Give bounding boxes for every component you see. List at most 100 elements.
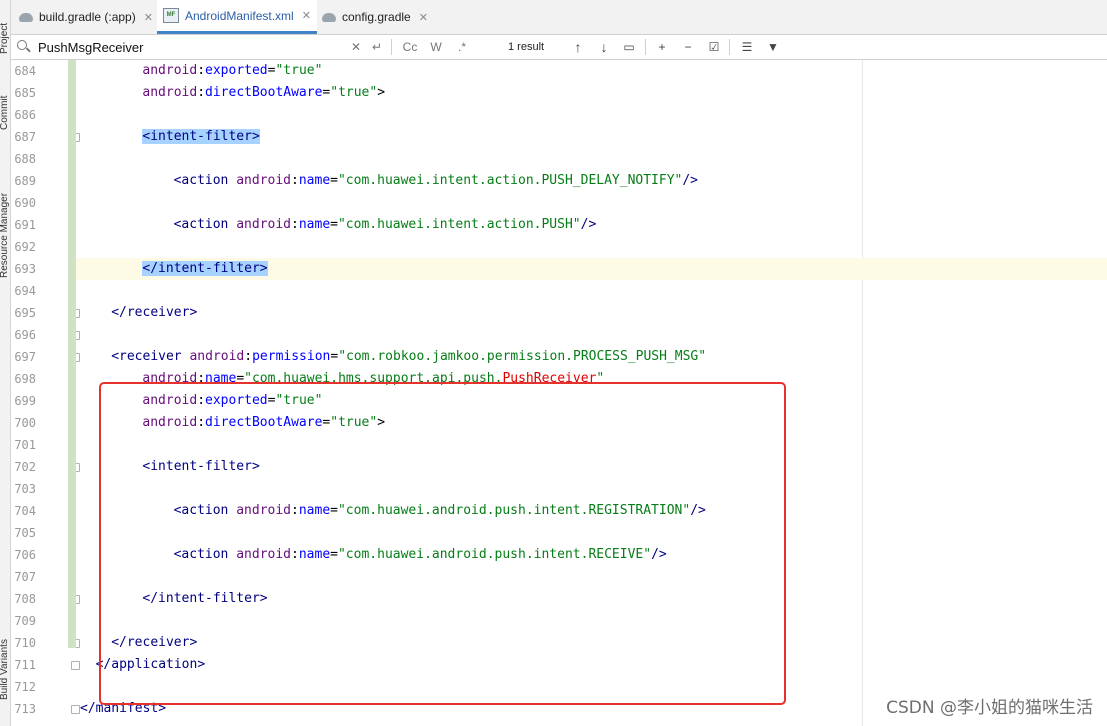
line-number: 699 bbox=[14, 394, 36, 408]
code-line[interactable]: </receiver> bbox=[76, 302, 1107, 324]
filter-icon[interactable]: ▼ bbox=[765, 38, 781, 56]
namespace-token: android bbox=[142, 63, 198, 78]
punctuation-token: > bbox=[377, 85, 386, 100]
code-line[interactable] bbox=[76, 324, 1107, 346]
code-line[interactable]: android:directBootAware="true"> bbox=[76, 82, 1107, 104]
close-icon[interactable]: ✕ bbox=[302, 9, 311, 22]
namespace-token: android bbox=[236, 173, 292, 188]
vcs-change-marker[interactable] bbox=[68, 60, 76, 648]
line-number: 702 bbox=[14, 460, 36, 474]
commit-tool-label[interactable]: Commit bbox=[0, 84, 11, 130]
resource-manager-tool-label[interactable]: Resource Manager bbox=[0, 168, 11, 278]
line-number: 684 bbox=[14, 64, 36, 78]
punctuation-token: = bbox=[330, 217, 338, 232]
attribute-token: name bbox=[298, 217, 331, 232]
line-number: 685 bbox=[14, 86, 36, 100]
line-number: 697 bbox=[14, 350, 36, 364]
line-number: 703 bbox=[14, 482, 36, 496]
line-number: 700 bbox=[14, 416, 36, 430]
code-editor[interactable]: 684 685 686 687 688 689 690 691 692 693 694 695 696 6… bbox=[11, 60, 1107, 726]
tab-label: build.gradle (:app) bbox=[39, 10, 136, 24]
close-icon[interactable]: ✕ bbox=[419, 11, 428, 24]
attribute-token: exported bbox=[205, 63, 268, 78]
find-bar: ✕ ↵ Cc W .* 1 result ↑ ↓ ▭ + − ☑ ☰ ▼ bbox=[11, 35, 1107, 60]
line-number: 686 bbox=[14, 108, 36, 122]
line-number: 690 bbox=[14, 196, 36, 210]
editor-tab-bar: build.gradle (:app) ✕ MF AndroidManifest… bbox=[11, 0, 1107, 35]
xml-tag-token: /> bbox=[682, 173, 699, 188]
separator bbox=[391, 39, 392, 55]
xml-tag-token: <intent-filter> bbox=[142, 129, 260, 144]
previous-occurrence-icon[interactable]: ↑ bbox=[571, 38, 585, 56]
xml-tag-token: </receiver> bbox=[111, 305, 198, 320]
code-line[interactable] bbox=[76, 236, 1107, 258]
namespace-token: android bbox=[236, 217, 292, 232]
string-token: "true" bbox=[275, 63, 323, 78]
clear-search-icon[interactable]: ✕ bbox=[349, 38, 363, 56]
code-line[interactable] bbox=[76, 192, 1107, 214]
xml-tag-token: </intent-filter> bbox=[142, 261, 268, 276]
code-line[interactable]: <receiver android:permission="com.robkoo… bbox=[76, 346, 1107, 368]
code-line[interactable]: <action android:name="com.huawei.intent.… bbox=[76, 214, 1107, 236]
annotation-box bbox=[99, 382, 786, 705]
line-number: 706 bbox=[14, 548, 36, 562]
code-line[interactable] bbox=[76, 104, 1107, 126]
string-token: "com.robkoo.jamkoo.permission.PROCESS_PU… bbox=[338, 349, 707, 364]
xml-tag-token: <action bbox=[173, 173, 237, 188]
line-number: 687 bbox=[14, 130, 36, 144]
punctuation-token: : bbox=[197, 85, 206, 100]
new-line-icon[interactable]: ↵ bbox=[370, 38, 384, 56]
line-number: 712 bbox=[14, 680, 36, 694]
line-number: 704 bbox=[14, 504, 36, 518]
line-number: 692 bbox=[14, 240, 36, 254]
code-line[interactable] bbox=[76, 280, 1107, 302]
line-number: 710 bbox=[14, 636, 36, 650]
show-in-find-window-icon[interactable]: ▭ bbox=[622, 38, 636, 56]
tab-config-gradle[interactable]: config.gradle ✕ bbox=[322, 0, 428, 34]
line-number: 708 bbox=[14, 592, 36, 606]
line-number: 698 bbox=[14, 372, 36, 386]
search-result-count: 1 result bbox=[508, 41, 545, 53]
xml-tag-token: <action bbox=[173, 217, 237, 232]
line-number: 691 bbox=[14, 218, 36, 232]
line-number: 713 bbox=[14, 702, 36, 716]
tool-window-strip: Project Commit Resource Manager Build Va… bbox=[0, 0, 11, 726]
string-token: "com.huawei.intent.action.PUSH" bbox=[337, 217, 581, 232]
string-token: "true" bbox=[330, 85, 378, 100]
xml-tag-token: <receiver bbox=[111, 349, 190, 364]
line-number: 689 bbox=[14, 174, 36, 188]
punctuation-token: : bbox=[291, 217, 299, 232]
code-line[interactable]: <action android:name="com.huawei.intent.… bbox=[76, 170, 1107, 192]
line-number: 688 bbox=[14, 152, 36, 166]
regex-button[interactable]: .* bbox=[454, 38, 470, 56]
search-icon[interactable] bbox=[17, 40, 27, 50]
match-case-button[interactable]: Cc bbox=[400, 38, 420, 56]
gradle-icon bbox=[322, 12, 336, 22]
tab-build-gradle-app[interactable]: build.gradle (:app) ✕ bbox=[19, 0, 153, 34]
attribute-token: permission bbox=[252, 349, 331, 364]
build-variants-tool-label[interactable]: Build Variants bbox=[0, 600, 11, 700]
code-line[interactable]: android:exported="true" bbox=[76, 60, 1107, 82]
line-number: 705 bbox=[14, 526, 36, 540]
words-button[interactable]: W bbox=[428, 38, 444, 56]
select-all-occurrences-icon[interactable]: ☑ bbox=[706, 38, 722, 56]
punctuation-token: : bbox=[197, 63, 206, 78]
line-number: 695 bbox=[14, 306, 36, 320]
next-occurrence-icon[interactable]: ↓ bbox=[597, 38, 611, 56]
code-line[interactable]: </intent-filter> bbox=[76, 258, 1107, 280]
code-line[interactable]: <intent-filter> bbox=[76, 126, 1107, 148]
add-occurrence-icon[interactable]: + bbox=[654, 38, 670, 56]
tab-label: AndroidManifest.xml bbox=[185, 8, 294, 23]
project-tool-label[interactable]: Project bbox=[0, 4, 11, 54]
xml-tag-token: /> bbox=[580, 217, 597, 232]
search-input[interactable] bbox=[38, 38, 338, 56]
string-token: "com.huawei.intent.action.PUSH_DELAY_NOT… bbox=[337, 173, 683, 188]
filter-options-icon[interactable]: ☰ bbox=[739, 38, 755, 56]
close-icon[interactable]: ✕ bbox=[144, 11, 153, 24]
separator bbox=[729, 39, 730, 55]
code-line[interactable] bbox=[76, 148, 1107, 170]
attribute-token: directBootAware bbox=[205, 85, 323, 100]
namespace-token: android bbox=[189, 349, 245, 364]
tab-android-manifest[interactable]: MF AndroidManifest.xml ✕ bbox=[157, 0, 317, 34]
remove-occurrence-icon[interactable]: − bbox=[680, 38, 696, 56]
